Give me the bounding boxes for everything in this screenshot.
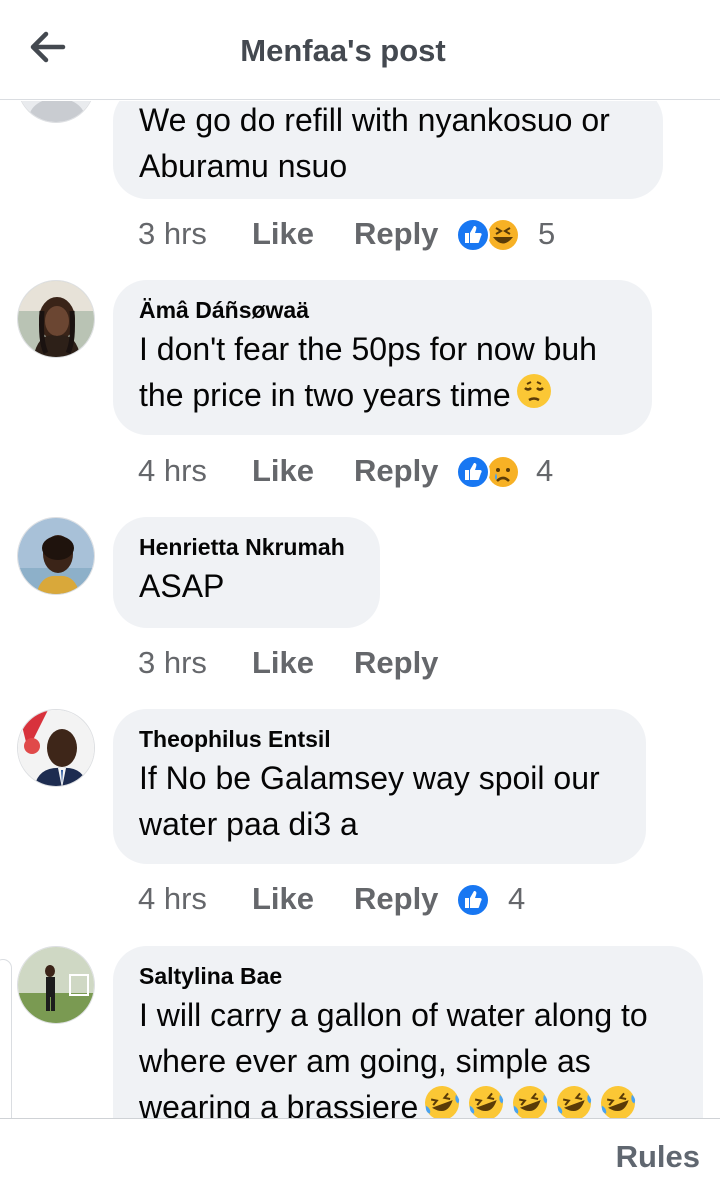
reactions-summary[interactable] [456,883,492,917]
like-icon [456,455,490,489]
avatar[interactable] [17,280,95,358]
sad-icon [488,457,518,487]
avatar[interactable] [17,946,95,1024]
comment-text: If No be Galamsey way spoil our water paa… [139,760,600,842]
like-button[interactable]: Like [252,643,314,683]
comment-text: I will carry a gallon of water along to w… [139,992,677,1118]
avatar[interactable] [17,709,95,787]
rofl-emoji-icon [554,1084,594,1118]
like-button[interactable]: Like [252,214,314,254]
rules-link[interactable]: Rules [616,1139,700,1175]
reply-button[interactable]: Reply [354,643,438,683]
comment-bubble: Henrietta Nkrumah ASAP [113,517,380,628]
comment-actions: 3 hrs Like Reply [138,643,498,683]
like-icon [456,218,490,252]
commenter-name[interactable]: Ämâ Dáñsøwaä [139,294,626,326]
like-icon [456,883,490,917]
commenter-name[interactable]: Theophilus Entsil [139,723,620,755]
rofl-emoji-icon [510,1084,550,1118]
avatar[interactable] [17,517,95,595]
comment-actions: 3 hrs Like Reply 5 [138,214,698,254]
comment-time: 4 hrs [138,881,207,916]
reply-button[interactable]: Reply [354,214,438,254]
rofl-emoji-icon [466,1084,506,1118]
reaction-count: 4 [508,881,526,916]
like-button[interactable]: Like [252,451,314,491]
comment-text: I don't fear the 50ps for now buh the pri… [139,326,626,422]
commenter-name[interactable]: Saltylina Bae [139,960,677,992]
reply-button[interactable]: Reply [354,451,438,491]
commenter-name[interactable]: Henrietta Nkrumah [139,531,354,563]
avatar[interactable] [17,101,95,123]
comment-text: We go do refill with nyankosuo or Aburamu… [139,102,610,184]
reaction-count: 5 [538,216,556,251]
reactions-summary[interactable] [456,218,526,252]
haha-icon [488,220,518,250]
rofl-emoji-icon [422,1084,462,1118]
comment-time: 3 hrs [138,216,207,251]
comment-text: ASAP [139,568,225,604]
comment-bubble: Saltylina Bae I will carry a gallon of w… [113,946,703,1118]
page-title: Menfaa's post [240,33,446,68]
reply-button[interactable]: Reply [354,879,438,919]
rofl-emoji-icon [598,1084,638,1118]
comment-time: 3 hrs [138,645,207,680]
comment-actions: 4 hrs Like Reply 4 [138,879,558,919]
comment-time: 4 hrs [138,453,207,488]
comment-actions: 4 hrs Like Reply 4 [138,451,698,491]
comment-bubble: Ämâ Dáñsøwaä I don't fear the 50ps for n… [113,280,652,435]
comments-feed[interactable]: We go do refill with nyankosuo or Aburamu… [0,101,720,1118]
comment-bubble: Theophilus Entsil If No be Galamsey way … [113,709,646,864]
comment-bubble: We go do refill with nyankosuo or Aburamu… [113,101,663,199]
reactions-summary[interactable] [456,455,526,489]
top-bar: Menfaa's post [0,0,720,100]
bottom-bar: Rules [0,1118,720,1179]
pensive-emoji-icon [515,372,553,422]
side-handle[interactable] [0,959,12,1118]
reaction-count: 4 [536,453,554,488]
like-button[interactable]: Like [252,879,314,919]
